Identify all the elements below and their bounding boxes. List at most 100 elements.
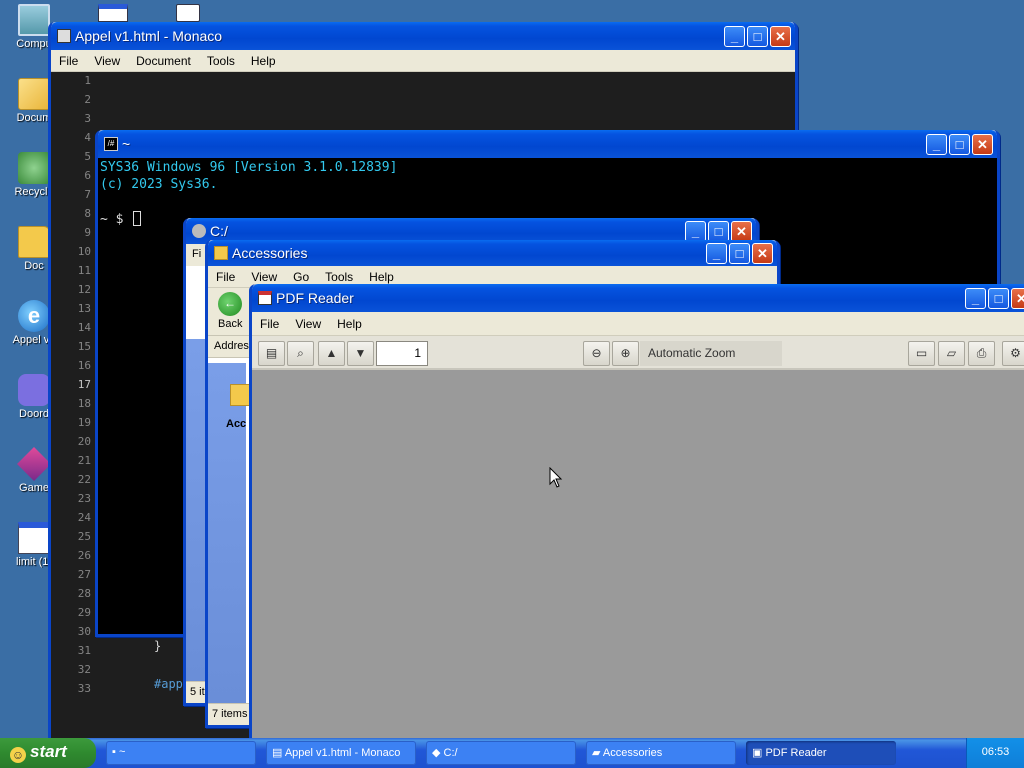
- desktop-icon-window[interactable]: [98, 4, 128, 22]
- line-number: 26: [77, 549, 91, 562]
- start-button[interactable]: ☺ start: [0, 738, 96, 768]
- task-accessories[interactable]: ▰ Accessories: [586, 741, 736, 765]
- folder-icon: [214, 246, 228, 260]
- window-file-icon: [18, 522, 50, 554]
- find-icon[interactable]: ⌕: [287, 341, 314, 366]
- prompt-text: ~ $: [100, 212, 132, 227]
- folder-label[interactable]: Acc: [226, 418, 246, 430]
- line-number: 24: [77, 511, 91, 524]
- task-label: ~: [118, 746, 126, 758]
- maximize-button[interactable]: □: [949, 133, 970, 155]
- task-label: PDF Reader: [765, 747, 827, 759]
- menu-go[interactable]: Go: [285, 270, 317, 284]
- folder-icon: [18, 78, 50, 110]
- tools-icon[interactable]: ⚙: [1002, 341, 1024, 366]
- menu-help[interactable]: Help: [361, 270, 402, 284]
- accessories-sidebar: [208, 363, 246, 703]
- pdf-reader-window: PDF Reader _ □ ✕ File View Help ▤ ⌕ ▲ ▼ …: [249, 284, 1024, 744]
- line-number: 3: [84, 112, 91, 125]
- menu-file[interactable]: Fi: [192, 248, 201, 260]
- print-icon[interactable]: ⎙: [968, 341, 995, 366]
- presentation-icon[interactable]: ▭: [908, 341, 935, 366]
- monaco-titlebar[interactable]: Appel v1.html - Monaco _ □ ✕: [51, 22, 795, 50]
- code-line-33: #app: [154, 677, 183, 691]
- maximize-button[interactable]: □: [708, 220, 729, 242]
- minimize-button[interactable]: _: [926, 133, 947, 155]
- line-number: 13: [77, 302, 91, 315]
- status-text: 5 it: [190, 686, 205, 698]
- next-page-icon[interactable]: ▼: [347, 341, 374, 366]
- window-title: C:/: [210, 223, 228, 239]
- menu-file[interactable]: File: [51, 54, 86, 68]
- menu-tools[interactable]: Tools: [199, 54, 243, 68]
- menu-help[interactable]: Help: [243, 54, 284, 68]
- line-number: 30: [77, 625, 91, 638]
- zoom-select[interactable]: Automatic Zoom: [640, 341, 782, 366]
- close-button[interactable]: ✕: [731, 220, 752, 242]
- minimize-button[interactable]: _: [965, 287, 986, 309]
- previous-page-icon[interactable]: ▲: [318, 341, 345, 366]
- sidebar-toggle-icon[interactable]: ▤: [258, 341, 285, 366]
- maximize-button[interactable]: □: [988, 287, 1009, 309]
- maximize-button[interactable]: □: [747, 25, 768, 47]
- terminal-titlebar[interactable]: /# ~ _ □ ✕: [98, 130, 997, 158]
- task-c-drive[interactable]: ◆ C:/: [426, 741, 576, 765]
- close-button[interactable]: ✕: [972, 133, 993, 155]
- recycle-bin-icon: [18, 152, 50, 184]
- back-button-label[interactable]: Back: [218, 318, 242, 330]
- terminal-line: (c) 2023 Sys36.: [100, 177, 218, 192]
- line-number: 16: [77, 359, 91, 372]
- menu-file[interactable]: File: [208, 270, 243, 284]
- task-label: Appel v1.html - Monaco: [284, 747, 401, 759]
- pdf-titlebar[interactable]: PDF Reader _ □ ✕: [252, 284, 1024, 312]
- discord-icon: [18, 374, 50, 406]
- line-number: 28: [77, 587, 91, 600]
- close-button[interactable]: ✕: [752, 242, 773, 264]
- task-monaco[interactable]: ▤ Appel v1.html - Monaco: [266, 741, 416, 765]
- open-file-icon[interactable]: ▱: [938, 341, 965, 366]
- menu-view[interactable]: View: [86, 54, 128, 68]
- task-pdf-reader[interactable]: ▣ PDF Reader: [746, 741, 896, 765]
- minimize-button[interactable]: _: [706, 242, 727, 264]
- page-number-input[interactable]: 1: [376, 341, 428, 366]
- mouse-pointer-icon: [549, 467, 563, 488]
- task-terminal[interactable]: ▪ ~: [106, 741, 256, 765]
- status-text: 7 items: [212, 708, 248, 720]
- menu-tools[interactable]: Tools: [317, 270, 361, 284]
- pdf-toolbar: ▤ ⌕ ▲ ▼ 1 ⊖ ⊕ Automatic Zoom ▭ ▱ ⎙ ⚙: [252, 336, 1024, 370]
- menu-view[interactable]: View: [287, 317, 329, 331]
- zoom-out-icon[interactable]: ⊖: [583, 341, 610, 366]
- accessories-titlebar[interactable]: Accessories _ □ ✕: [208, 240, 777, 266]
- line-number: 10: [77, 245, 91, 258]
- game-icon: [17, 447, 51, 481]
- text-cursor: [133, 211, 142, 226]
- minimize-button[interactable]: _: [724, 25, 745, 47]
- line-number: 27: [77, 568, 91, 581]
- close-button[interactable]: ✕: [1011, 287, 1024, 309]
- terminal-icon: ▪: [112, 746, 119, 758]
- menu-document[interactable]: Document: [128, 54, 199, 68]
- desktop-icon-file[interactable]: [176, 4, 200, 22]
- taskbar: ☺ start ▪ ~ ▤ Appel v1.html - Monaco ◆ C:…: [0, 738, 1024, 768]
- back-arrow-icon[interactable]: ←: [218, 292, 242, 316]
- line-number: 8: [84, 207, 91, 220]
- maximize-button[interactable]: □: [729, 242, 750, 264]
- line-number: 33: [77, 682, 91, 695]
- code-line-31: }: [154, 639, 162, 653]
- minimize-button[interactable]: _: [685, 220, 706, 242]
- clock[interactable]: 06:53: [982, 746, 1010, 758]
- line-number: 29: [77, 606, 91, 619]
- menu-help[interactable]: Help: [329, 317, 370, 331]
- menu-view[interactable]: View: [243, 270, 285, 284]
- line-number-gutter: 1 2 3 4 5 6 7 8 9 10 11 12 13 14 15 16 17 18 19 20 21 22 23 24 2…: [51, 72, 99, 739]
- pdf-icon: ▣: [752, 747, 766, 759]
- menu-file[interactable]: File: [252, 317, 287, 331]
- close-button[interactable]: ✕: [770, 25, 791, 47]
- zoom-in-icon[interactable]: ⊕: [612, 341, 639, 366]
- folder-icon: ▰: [592, 747, 603, 759]
- folder-icon[interactable]: [230, 384, 250, 406]
- line-number: 20: [77, 435, 91, 448]
- task-label: C:/: [443, 747, 458, 759]
- pdf-viewer-area[interactable]: [252, 370, 1024, 741]
- line-number: 4: [84, 131, 91, 144]
